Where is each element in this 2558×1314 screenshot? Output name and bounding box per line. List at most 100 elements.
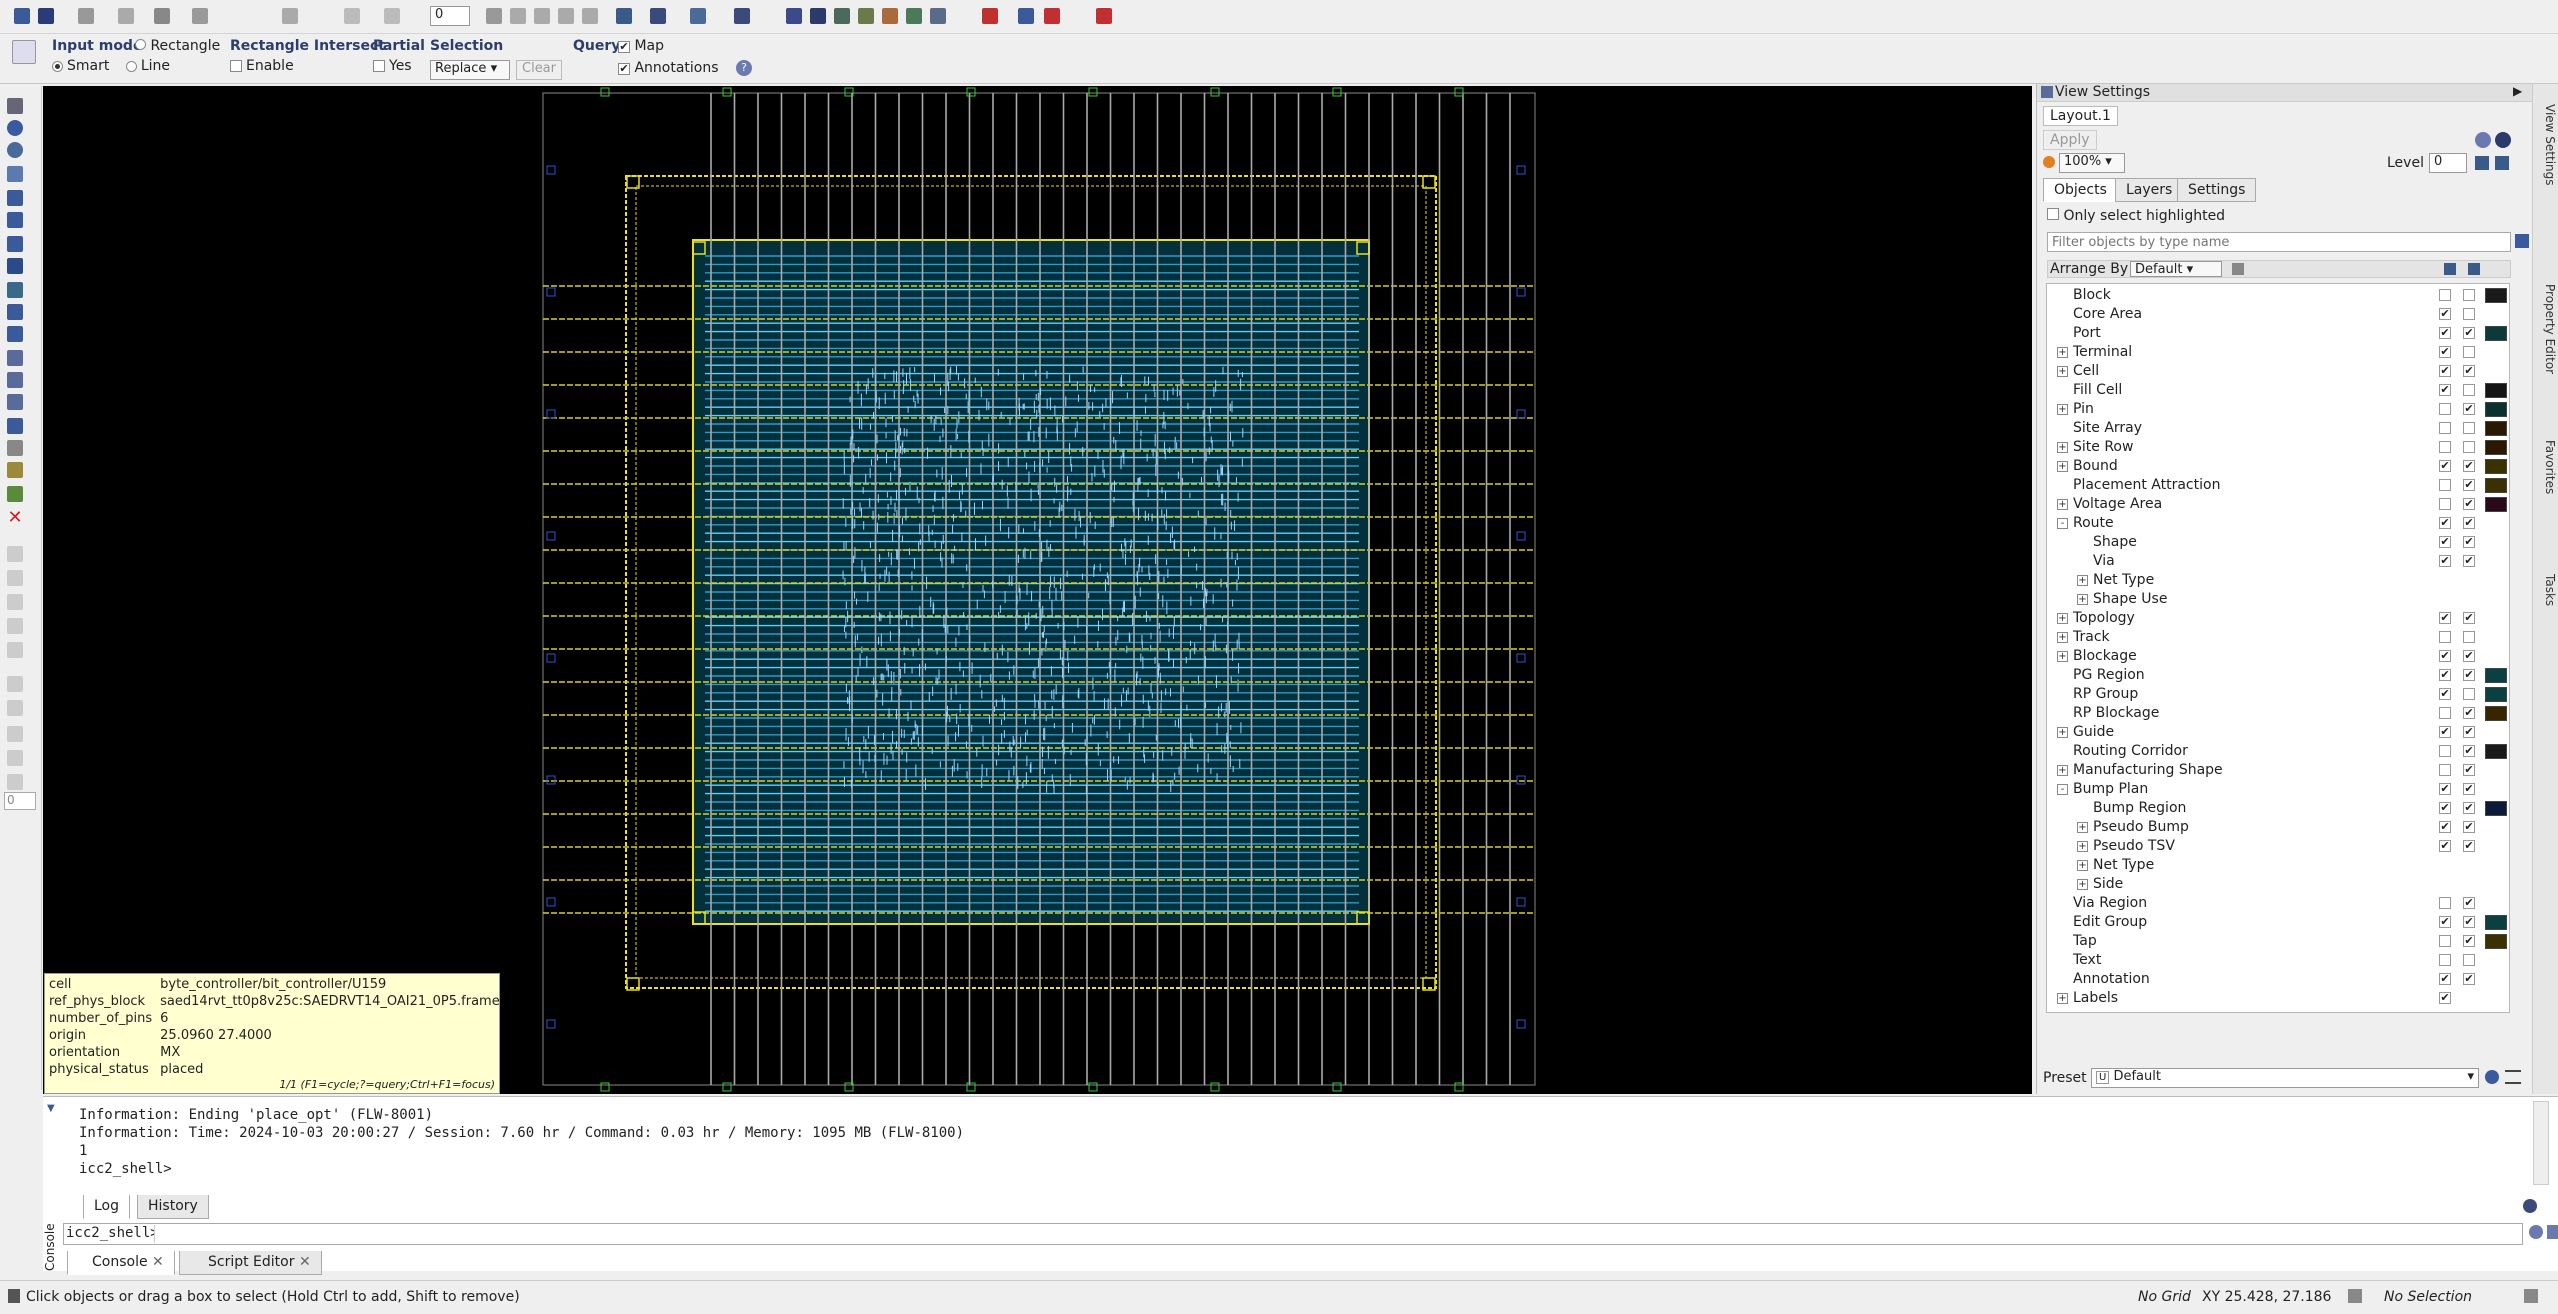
expand-icon[interactable]: + xyxy=(2057,404,2068,415)
selectable-checkbox[interactable]: ✔ xyxy=(2463,783,2475,795)
visible-checkbox[interactable] xyxy=(2439,403,2451,415)
tree-item[interactable]: Port ✔ ✔ xyxy=(2047,324,2509,343)
color-swatch[interactable] xyxy=(2485,744,2507,759)
filter-icon[interactable] xyxy=(2515,234,2529,248)
visible-checkbox[interactable] xyxy=(2439,441,2451,453)
layers-icon[interactable] xyxy=(734,8,750,24)
layout-tab[interactable]: Layout.1 xyxy=(2043,106,2118,126)
visible-checkbox[interactable] xyxy=(2439,707,2451,719)
tools-icon[interactable] xyxy=(192,8,208,24)
visible-checkbox[interactable]: ✔ xyxy=(2439,517,2451,529)
visible-checkbox[interactable] xyxy=(2439,764,2451,776)
command-line[interactable]: icc2_shell> xyxy=(63,1223,2523,1245)
selectable-checkbox[interactable] xyxy=(2463,346,2475,358)
apply-button[interactable]: Apply xyxy=(2043,130,2097,150)
annotations-checkbox[interactable]: ✔ Annotations xyxy=(618,60,719,76)
tree-item[interactable]: + Terminal ✔ xyxy=(2047,343,2509,362)
tree-item[interactable]: + Pin ✔ xyxy=(2047,400,2509,419)
selectable-checkbox[interactable]: ✔ xyxy=(2463,726,2475,738)
map-checkbox[interactable]: ✔ Map xyxy=(618,38,664,54)
visible-checkbox[interactable] xyxy=(2439,935,2451,947)
layout-icon[interactable] xyxy=(786,8,802,24)
selectable-checkbox[interactable] xyxy=(2463,441,2475,453)
error-icon[interactable] xyxy=(1096,8,1112,24)
line-radio[interactable]: Line xyxy=(125,58,170,74)
rectangle-tool-icon[interactable] xyxy=(7,166,23,182)
flag-icon[interactable] xyxy=(650,8,666,24)
visible-checkbox[interactable]: ✔ xyxy=(2439,783,2451,795)
selectable-checkbox[interactable] xyxy=(2463,289,2475,301)
selectable-checkbox[interactable]: ✔ xyxy=(2463,498,2475,510)
color-swatch[interactable] xyxy=(2485,478,2507,493)
float-icon[interactable]: ▶ xyxy=(2513,84,2522,98)
save-icon[interactable] xyxy=(38,8,54,24)
selectable-checkbox[interactable]: ✔ xyxy=(2463,821,2475,833)
crosshair-icon[interactable] xyxy=(7,774,23,790)
visible-checkbox[interactable]: ✔ xyxy=(2439,650,2451,662)
visible-checkbox[interactable]: ✔ xyxy=(2439,555,2451,567)
selection-dropdown[interactable]: Replace ▾ xyxy=(430,60,510,80)
tree-item[interactable]: + Side xyxy=(2047,875,2509,894)
edit-pen-icon[interactable] xyxy=(7,618,23,634)
expand-icon[interactable]: + xyxy=(2077,879,2088,890)
visible-checkbox[interactable]: ✔ xyxy=(2439,840,2451,852)
info-icon[interactable] xyxy=(7,120,23,136)
tab-objects[interactable]: Objects xyxy=(2043,178,2118,202)
selectable-checkbox[interactable] xyxy=(2463,384,2475,396)
tab-history[interactable]: History xyxy=(137,1195,209,1219)
tree-item[interactable]: Shape ✔ ✔ xyxy=(2047,533,2509,552)
tab-layers[interactable]: Layers xyxy=(2115,178,2184,202)
selectable-checkbox[interactable]: ✔ xyxy=(2463,403,2475,415)
selectable-checkbox[interactable] xyxy=(2463,631,2475,643)
tree-item[interactable]: Annotation ✔ ✔ xyxy=(2047,970,2509,989)
hierarchy-icon[interactable] xyxy=(690,8,706,24)
open-folder-icon[interactable] xyxy=(14,8,30,24)
layout-canvas[interactable] xyxy=(43,86,2032,1094)
selectable-checkbox[interactable]: ✔ xyxy=(2463,517,2475,529)
color-swatch[interactable] xyxy=(2485,459,2507,474)
selectable-checkbox[interactable]: ✔ xyxy=(2463,365,2475,377)
visible-checkbox[interactable] xyxy=(2439,498,2451,510)
side-tab-property-editor[interactable]: Property Editor xyxy=(2535,284,2557,374)
visible-checkbox[interactable]: ✔ xyxy=(2439,916,2451,928)
tree-item[interactable]: + Shape Use xyxy=(2047,590,2509,609)
visible-checkbox[interactable]: ✔ xyxy=(2439,688,2451,700)
visible-checkbox[interactable]: ✔ xyxy=(2439,346,2451,358)
spacing-tool-icon[interactable] xyxy=(7,440,23,456)
tree-item[interactable]: + Labels ✔ xyxy=(2047,989,2509,1008)
visible-checkbox[interactable] xyxy=(2439,289,2451,301)
expand-icon[interactable]: + xyxy=(2077,575,2088,586)
tree-item[interactable]: - Route ✔ ✔ xyxy=(2047,514,2509,533)
pencil-icon[interactable] xyxy=(78,8,94,24)
cell-tool-icon[interactable] xyxy=(7,258,23,274)
visible-checkbox[interactable]: ✔ xyxy=(2439,327,2451,339)
tree-item[interactable]: Via ✔ ✔ xyxy=(2047,552,2509,571)
place-icon[interactable] xyxy=(906,8,922,24)
move-icon[interactable] xyxy=(7,190,23,206)
visible-checkbox[interactable] xyxy=(2439,745,2451,757)
tree-item[interactable]: + Site Row xyxy=(2047,438,2509,457)
snap-icon[interactable] xyxy=(7,750,23,766)
report-icon[interactable] xyxy=(1044,8,1060,24)
tree-item[interactable]: Placement Attraction ✔ xyxy=(2047,476,2509,495)
collapse-icon[interactable]: - xyxy=(2057,784,2068,795)
selectable-checkbox[interactable]: ✔ xyxy=(2463,802,2475,814)
selectable-checkbox[interactable]: ✔ xyxy=(2463,555,2475,567)
align-center-icon[interactable] xyxy=(534,8,550,24)
level-spinbox-panel[interactable]: 0 xyxy=(2429,153,2467,173)
visible-checkbox[interactable] xyxy=(2439,954,2451,966)
eye-icon[interactable] xyxy=(810,8,826,24)
align-tool-icon[interactable] xyxy=(7,418,23,434)
undo-icon[interactable] xyxy=(344,8,360,24)
expand-icon[interactable]: + xyxy=(2057,613,2068,624)
tree-item[interactable]: Routing Corridor ✔ xyxy=(2047,742,2509,761)
tree-item[interactable]: Site Array xyxy=(2047,419,2509,438)
help-icon[interactable]: ? xyxy=(736,60,752,76)
color-swatch[interactable] xyxy=(2485,383,2507,398)
zoom-fit-icon[interactable] xyxy=(282,8,298,24)
tree-item[interactable]: + Pseudo Bump ✔ ✔ xyxy=(2047,818,2509,837)
grid-icon[interactable] xyxy=(834,8,850,24)
help-circle-icon[interactable] xyxy=(2475,132,2491,148)
color-swatch[interactable] xyxy=(2485,706,2507,721)
collapse-icon[interactable]: - xyxy=(2057,518,2068,529)
